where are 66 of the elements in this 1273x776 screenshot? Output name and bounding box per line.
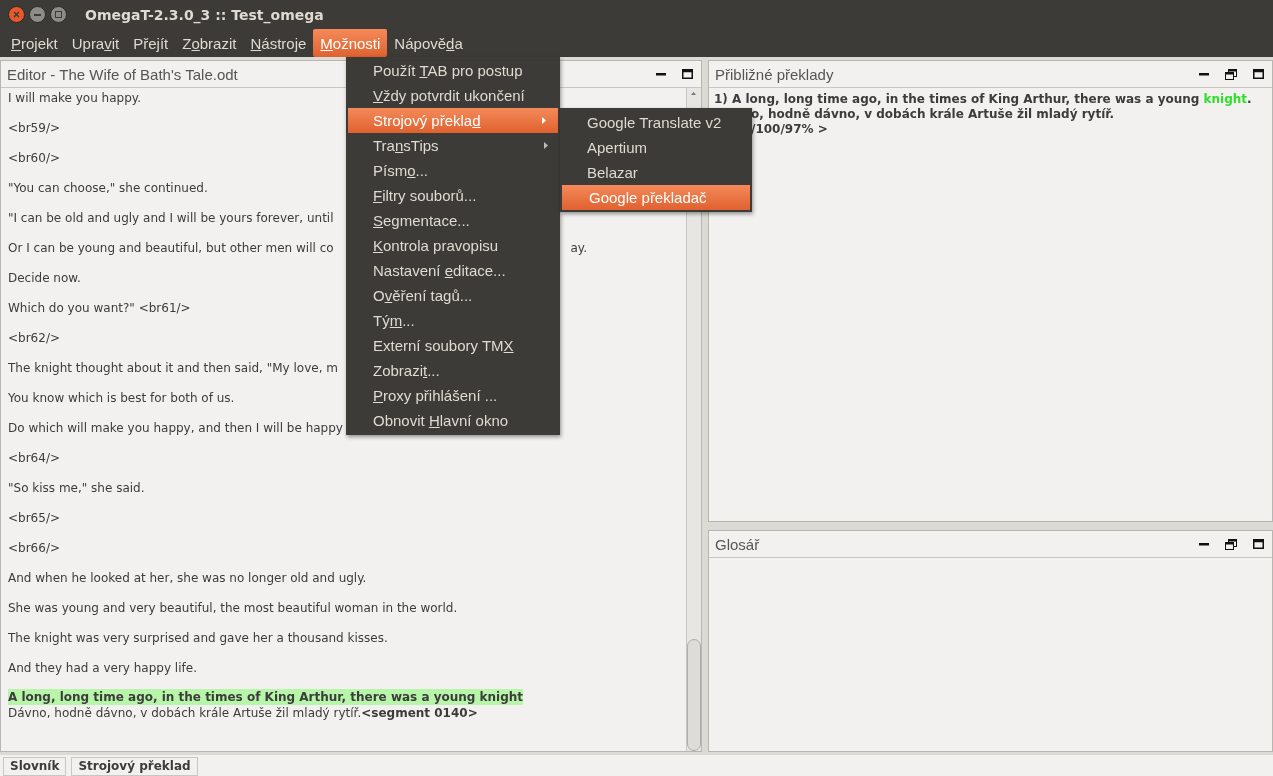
minimize-icon[interactable] [656, 72, 666, 76]
editor-line: ay. [570, 240, 587, 256]
menu-item[interactable]: Nástroje [243, 29, 314, 57]
menu-item[interactable]: Písmo... [346, 158, 560, 183]
editor-line: <br60/> [8, 150, 60, 166]
editor-line: The knight was very surprised and gave her a thousand kisses. [8, 630, 388, 646]
editor-line: <br64/> [8, 450, 60, 466]
menu-item[interactable]: Zobrazit... [346, 358, 560, 383]
editor-line: "I can be old and ugly and I will be yours forever, until [8, 210, 334, 226]
editor-line: She was young and very beautiful, the most beautiful woman in the world. [8, 600, 458, 616]
editor-line: And they had a very happy life. [8, 660, 197, 676]
menu-item[interactable]: Segmentace... [346, 208, 560, 233]
minimize-icon[interactable] [1199, 72, 1209, 76]
menu-item[interactable]: Přejít [126, 29, 176, 57]
menu-item[interactable]: Externí soubory TMX [346, 333, 560, 358]
menu-item[interactable]: Google Translate v2 [560, 110, 752, 135]
editor-line: "You can choose," she continued. [8, 180, 208, 196]
submenu-arrow-icon [542, 117, 546, 124]
menu-item[interactable]: Kontrola pravopisu [346, 233, 560, 258]
target-segment[interactable]: Dávno, hodně dávno, v dobách krále Artuše žil mladý rytíř.<segment 0140> [8, 705, 679, 721]
editor-line: You know which is best for both of us. [8, 390, 235, 406]
minimize-icon[interactable] [1199, 542, 1209, 546]
menu-item[interactable]: Proxy přihlášení ... [346, 383, 560, 408]
scrollbar-thumb[interactable] [687, 639, 701, 751]
pane-title: Glosář [715, 535, 760, 553]
menu-item[interactable]: Ověření tagů... [346, 283, 560, 308]
menu-item[interactable]: TransTips [346, 133, 560, 158]
editor-line: <br65/> [8, 510, 60, 526]
submenu-arrow-icon [544, 142, 548, 149]
bottom-tab[interactable]: Slovník [3, 757, 67, 776]
menu-item[interactable]: Projekt [4, 29, 65, 57]
source-segment: A long, long time ago, in the times of King Arthur, there was a young knight [8, 689, 524, 705]
editor-line: Or I can be young and beautiful, but other men will co [8, 240, 334, 256]
menu-item[interactable]: Belazar [560, 160, 752, 185]
editor-line: "So kiss me," she said. [8, 480, 145, 496]
menu-item[interactable]: Zobrazit [175, 29, 244, 57]
menu-item[interactable]: Nastavení editace... [346, 258, 560, 283]
editor-line: Decide now. [8, 270, 81, 286]
editor-line: <br62/> [8, 330, 60, 346]
restore-icon[interactable] [1225, 538, 1237, 550]
menu-item[interactable]: Filtry souborů... [346, 183, 560, 208]
editor-line: I will make you happy. [8, 90, 141, 106]
menu-item[interactable]: Tým... [346, 308, 560, 333]
match-line: o, hodně dávno, v dobách krále Artuše žil mladý rytíř. [750, 107, 1116, 122]
maximize-icon[interactable] [1253, 69, 1264, 79]
editor-line: And when he looked at her, she was no longer old and ugly. [8, 570, 367, 586]
menu-item[interactable]: Upravit [64, 29, 127, 57]
pane-title: Editor - The Wife of Bath's Tale.odt [7, 65, 238, 83]
menu-item[interactable]: Apertium [560, 135, 752, 160]
editor-line: Do which will make you happy, and then I will be happy [8, 420, 343, 436]
menu-item[interactable]: Vždy potvrdit ukončení [346, 83, 560, 108]
editor-line: Which do you want?" <br61/> [8, 300, 191, 316]
restore-icon[interactable] [1225, 68, 1237, 80]
window-title: OmegaT-2.3.0_3 :: Test_omega [85, 6, 324, 23]
match-source: 1) A long, long time ago, in the times of King Arthur, there was a young knight. [714, 92, 1253, 107]
editor-line: <br59/> [8, 120, 60, 136]
menu-item[interactable]: Obnovit Hlavní okno [346, 408, 560, 433]
pane-title: Přibližné překlady [715, 65, 834, 83]
close-icon[interactable] [8, 6, 25, 23]
editor-line: The knight thought about it and then said, "My love, m [8, 360, 338, 376]
maximize-icon[interactable] [682, 69, 693, 79]
menu-item[interactable]: Použít TAB pro postup [346, 58, 560, 83]
maximize-icon[interactable] [1253, 539, 1264, 549]
bottom-tab[interactable]: Strojový překlad [71, 757, 198, 776]
menu-item[interactable]: Nápověda [387, 29, 470, 57]
editor-line: <br66/> [8, 540, 60, 556]
